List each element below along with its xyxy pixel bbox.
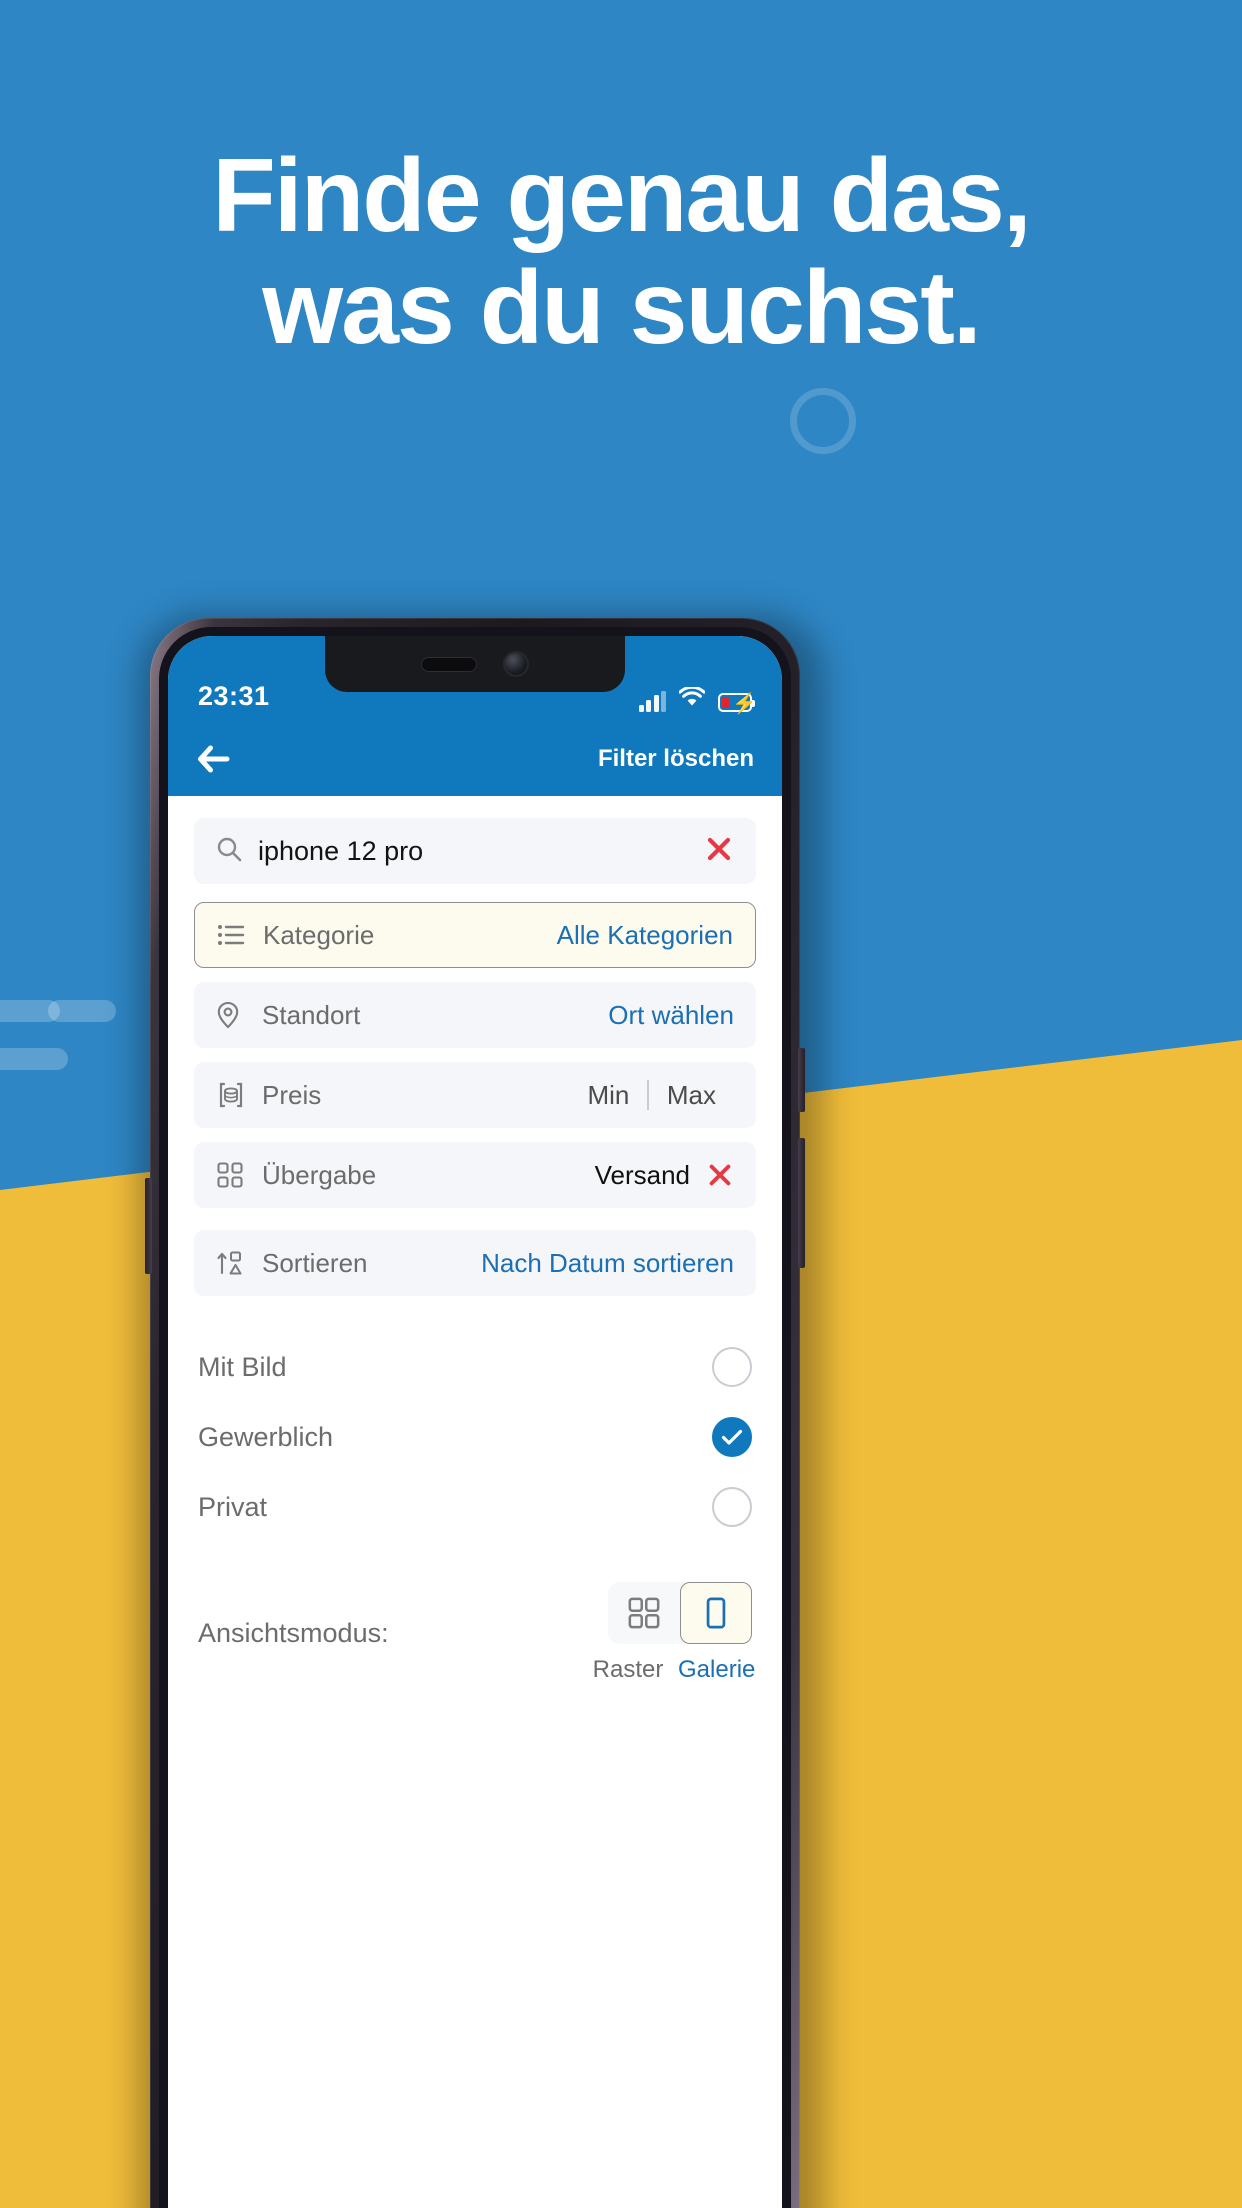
promo-screen: Finde genau das, was du suchst. 23:31 ⚡ … [0,0,1242,2208]
grid-squares-icon [216,1161,248,1189]
filter-row-kategorie[interactable]: Kategorie Alle Kategorien [194,902,756,968]
battery-charging-icon: ⚡ [718,693,757,715]
clear-search-icon[interactable] [704,834,734,869]
search-bar[interactable]: iphone 12 pro [194,818,756,884]
status-icons: ⚡ [638,685,757,715]
grid-view-icon[interactable] [608,1582,680,1644]
filter-row-standort[interactable]: Standort Ort wählen [194,982,756,1048]
filter-value-standort[interactable]: Ort wählen [608,1000,734,1031]
assistant-button[interactable] [145,1178,152,1274]
filter-label-uebergabe: Übergabe [262,1159,377,1190]
view-mode-control: Raster Galerie [592,1582,756,1684]
volume-button[interactable] [798,1138,805,1268]
app-bar: Filter löschen [168,722,782,796]
headline-line-1: Finde genau das, [212,138,1031,254]
toggle-row-gewerblich[interactable]: Gewerblich [198,1402,752,1472]
toggle-row-privat[interactable]: Privat [198,1472,752,1542]
filter-panel: iphone 12 pro Kategorie Alle Kategorien … [168,796,782,2208]
toggle-row-mit-bild[interactable]: Mit Bild [198,1332,752,1402]
list-icon [217,923,249,947]
location-pin-icon [216,1001,248,1029]
toggle-label: Gewerblich [198,1421,334,1452]
checkbox-gewerblich[interactable] [712,1417,752,1457]
gallery-view-icon[interactable] [680,1582,752,1644]
clear-filters-button[interactable]: Filter löschen [598,745,754,773]
filter-row-uebergabe[interactable]: Übergabe Versand [194,1142,756,1208]
price-max-input[interactable]: Max [649,1080,734,1111]
filter-label-sortieren: Sortieren [262,1247,368,1278]
price-range-inputs[interactable]: Min Max [569,1080,734,1111]
decorative-ring [790,388,856,454]
wifi-icon [678,685,706,712]
signal-bars-icon [638,691,666,712]
phone-mockup: 23:31 ⚡ Filter löschen iphone 12 pro Kat… [138,614,824,2208]
sort-icon [216,1249,248,1277]
clear-uebergabe-icon[interactable] [706,1161,734,1189]
view-mode-captions: Raster Galerie [592,1656,756,1684]
promo-headline: Finde genau das, was du suchst. [0,140,1242,365]
phone-screen: 23:31 ⚡ Filter löschen iphone 12 pro Kat… [168,636,782,2208]
filter-row-preis[interactable]: Preis Min Max [194,1062,756,1128]
view-mode-toggle[interactable] [608,1582,752,1644]
toggle-label: Mit Bild [198,1351,287,1382]
decorative-bar [48,1000,116,1022]
filter-value-kategorie[interactable]: Alle Kategorien [557,920,733,951]
front-camera [503,651,529,677]
filter-value-uebergabe[interactable]: Versand [595,1160,690,1191]
phone-notch [325,636,625,692]
power-button[interactable] [798,1048,805,1112]
filter-label-preis: Preis [262,1079,322,1110]
checkbox-privat[interactable] [712,1487,752,1527]
toggle-list: Mit Bild Gewerblich Privat [194,1332,756,1542]
search-input[interactable]: iphone 12 pro [258,836,704,867]
back-arrow-icon[interactable] [196,744,230,774]
search-icon [216,836,242,867]
view-mode-caption-galerie[interactable]: Galerie [678,1656,755,1684]
view-mode-caption-raster[interactable]: Raster [592,1656,664,1684]
earpiece-speaker [421,656,477,672]
price-tag-icon [216,1081,248,1109]
filter-label-kategorie: Kategorie [263,919,375,950]
toggle-label: Privat [198,1491,268,1522]
decorative-bar [0,1048,68,1070]
view-mode-label: Ansichtsmodus: [198,1617,389,1648]
headline-line-2: was du suchst. [262,250,982,367]
filter-label-standort: Standort [262,999,361,1030]
view-mode-section: Ansichtsmodus: Raster Galerie [194,1582,756,1684]
price-min-input[interactable]: Min [569,1080,647,1111]
status-clock: 23:31 [198,681,270,711]
checkbox-mit-bild[interactable] [712,1347,752,1387]
filter-row-sortieren[interactable]: Sortieren Nach Datum sortieren [194,1230,756,1296]
filter-value-sortieren[interactable]: Nach Datum sortieren [481,1248,734,1279]
